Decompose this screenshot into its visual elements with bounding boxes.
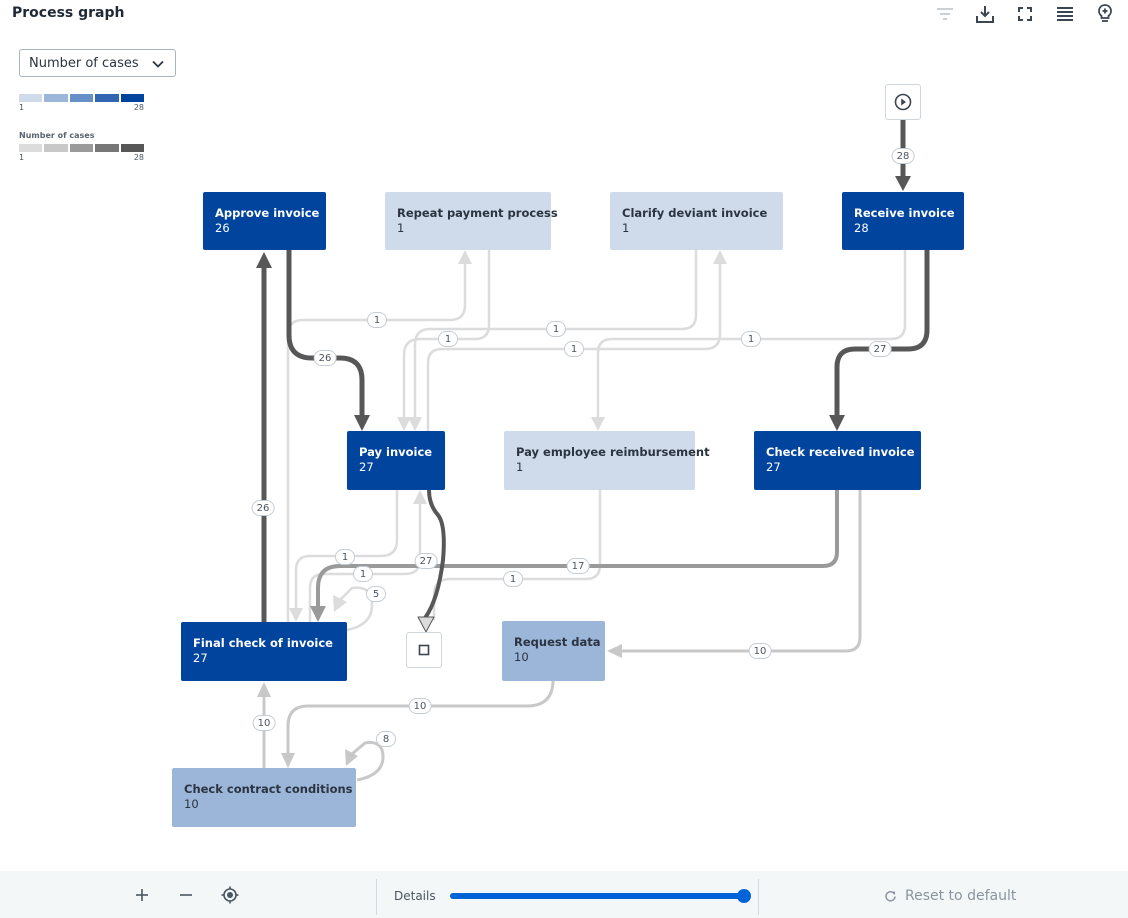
edge-label: 27 — [414, 553, 438, 569]
details-label: Details — [394, 889, 436, 903]
node-count: 27 — [766, 460, 781, 474]
edge-label: 5 — [366, 586, 386, 602]
arrowhead — [333, 595, 347, 612]
reset-label: Reset to default — [905, 888, 1017, 904]
edge-finalcheck-pay[interactable] — [308, 502, 422, 622]
node-label: Repeat payment process — [397, 206, 558, 220]
arrowhead — [713, 250, 727, 264]
edge-label: 26 — [251, 500, 275, 516]
node-clarify-deviant-invoice[interactable]: Clarify deviant invoice 1 — [610, 192, 783, 250]
node-count: 1 — [516, 460, 524, 474]
node-count: 10 — [184, 797, 199, 811]
arrowhead — [310, 606, 326, 622]
node-check-contract-conditions[interactable]: Check contract conditions 10 — [172, 768, 356, 827]
play-icon — [894, 93, 912, 111]
node-check-received-invoice[interactable]: Check received invoice 27 — [754, 431, 921, 490]
node-label: Pay invoice — [359, 445, 433, 459]
node-request-data[interactable]: Request data 10 — [502, 621, 605, 681]
center-graph-button[interactable] — [220, 885, 240, 905]
stop-icon — [418, 644, 430, 656]
node-receive-invoice[interactable]: Receive invoice 28 — [842, 192, 964, 250]
node-repeat-payment-process[interactable]: Repeat payment process 1 — [385, 192, 558, 250]
node-label: Check contract conditions — [184, 782, 353, 796]
edge-label: 1 — [367, 312, 387, 328]
arrowhead — [256, 252, 272, 268]
node-count: 27 — [359, 460, 374, 474]
node-approve-invoice[interactable]: Approve invoice 26 — [203, 192, 326, 250]
node-count: 26 — [215, 221, 230, 235]
edge-checkreceived-requestdata[interactable] — [622, 490, 862, 653]
node-label: Approve invoice — [215, 206, 320, 220]
edge-label: 10 — [408, 698, 432, 714]
target-icon — [221, 886, 239, 904]
zoom-in-button[interactable] — [132, 885, 152, 905]
arrowhead — [895, 176, 911, 191]
edge-label: 8 — [376, 731, 396, 747]
edge-label: 1 — [546, 321, 566, 337]
edge-label: 10 — [748, 643, 772, 659]
edge-label: 1 — [741, 331, 761, 347]
details-slider-thumb[interactable] — [737, 889, 751, 903]
node-label: Receive invoice — [854, 206, 955, 220]
start-node[interactable] — [885, 84, 921, 120]
edge-label: 1 — [353, 566, 373, 582]
edge-label: 1 — [564, 341, 584, 357]
reset-to-default-button[interactable]: Reset to default — [884, 888, 1016, 904]
node-count: 1 — [397, 221, 405, 235]
edge-label: 1 — [503, 571, 523, 587]
node-label: Check received invoice — [766, 445, 915, 459]
arrowhead — [413, 490, 427, 504]
arrowhead — [607, 644, 622, 658]
edge-label: 28 — [891, 148, 915, 164]
minus-icon — [180, 894, 192, 896]
arrowhead — [829, 415, 845, 431]
node-count: 1 — [622, 221, 630, 235]
node-label: Clarify deviant invoice — [622, 206, 768, 220]
divider — [376, 879, 377, 915]
edge-contract-loop[interactable] — [351, 741, 385, 782]
arrowhead — [257, 682, 271, 697]
edge-label: 26 — [313, 350, 337, 366]
refresh-icon — [885, 890, 896, 902]
edge-receive-checkreceived[interactable] — [834, 250, 930, 416]
divider — [758, 879, 759, 915]
edge-label: 1 — [438, 331, 458, 347]
edge-requestdata-contract[interactable] — [286, 679, 555, 754]
graph-footer-controls: Details Reset to default — [0, 871, 1128, 918]
edge-label: 27 — [868, 341, 892, 357]
arrowhead — [354, 415, 370, 431]
end-node[interactable] — [406, 632, 442, 668]
node-pay-invoice[interactable]: Pay invoice 27 — [347, 431, 445, 490]
node-count: 28 — [854, 221, 869, 235]
edge-label: 10 — [252, 715, 276, 731]
plus-icon — [136, 889, 148, 901]
node-final-check-of-invoice[interactable]: Final check of invoice 27 — [181, 622, 347, 681]
arrowhead — [591, 417, 605, 431]
zoom-out-button[interactable] — [176, 885, 196, 905]
edge-label: 1 — [335, 549, 355, 565]
arrowhead — [397, 417, 411, 431]
arrowhead — [289, 608, 303, 622]
arrowhead — [281, 753, 295, 768]
node-count: 10 — [514, 650, 529, 664]
arrowhead — [408, 417, 422, 431]
edge-label: 17 — [566, 558, 590, 574]
arrowhead — [417, 616, 435, 633]
process-graph-panel: Process graph Number of cases 1 28 Number… — [0, 0, 1128, 918]
edge-reimburse-end[interactable] — [432, 490, 602, 620]
node-count: 27 — [193, 651, 208, 665]
details-slider[interactable] — [450, 889, 751, 903]
node-label: Pay employee reimbursement — [516, 445, 710, 459]
node-label: Final check of invoice — [193, 636, 333, 650]
edge-approve-pay[interactable] — [286, 250, 365, 416]
arrowhead — [458, 250, 472, 264]
node-label: Request data — [514, 635, 601, 649]
node-pay-employee-reimbursement[interactable]: Pay employee reimbursement 1 — [504, 431, 710, 490]
